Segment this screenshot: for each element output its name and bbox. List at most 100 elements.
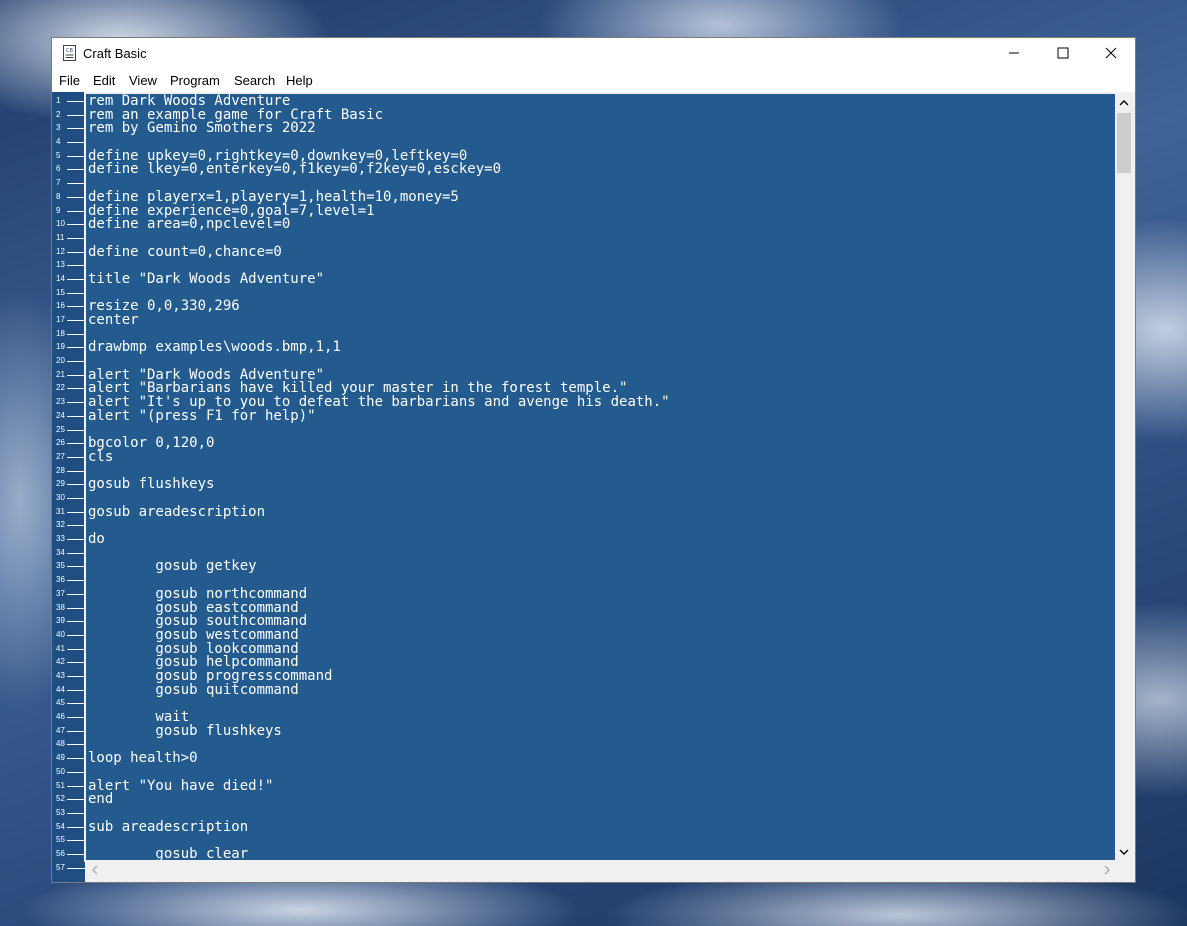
code-editor[interactable]: rem Dark Woods Adventure rem an example g… [86,94,1115,860]
line-marker [67,853,85,855]
code-line[interactable]: gosub quitcommand [88,683,298,697]
code-line[interactable]: alert "Barbarians have killed your maste… [88,381,627,396]
line-marker [67,799,85,801]
code-line[interactable]: alert "You have died!" [88,779,273,793]
code-line[interactable]: define lkey=0,enterkey=0,f1key=0,f2key=0… [88,162,501,177]
line-number: 34 [52,546,85,560]
line-number-label: 7 [56,178,61,188]
scroll-up-button[interactable] [1115,94,1133,111]
code-line[interactable]: gosub clear [88,847,248,860]
code-line[interactable]: wait [88,710,189,724]
menu-bar: File Edit View Program Search Help [52,69,1135,91]
code-line[interactable]: gosub eastcommand [88,601,298,615]
line-number-label: 36 [56,575,65,585]
line-number-label: 43 [56,670,65,680]
code-line[interactable]: define upkey=0,rightkey=0,downkey=0,left… [88,149,467,163]
line-number-label: 8 [56,191,61,201]
code-line[interactable]: define count=0,chance=0 [88,245,282,259]
code-line[interactable]: alert "Dark Woods Adventure" [88,368,324,382]
line-marker [67,771,85,773]
menu-help[interactable]: Help [286,73,313,88]
line-marker [67,306,85,308]
scroll-right-button[interactable] [1098,860,1115,880]
code-line[interactable]: gosub northcommand [88,587,307,601]
line-number-label: 13 [56,260,65,270]
menu-search[interactable]: Search [234,73,275,88]
line-number-label: 37 [56,588,65,598]
code-line[interactable]: define experience=0,goal=7,level=1 [88,204,375,218]
line-number: 36 [52,573,85,587]
line-number: 38 [52,601,85,615]
menu-edit[interactable]: Edit [93,73,115,88]
code-line[interactable]: gosub getkey [88,559,256,574]
vertical-scrollbar[interactable] [1115,94,1133,860]
code-line[interactable]: loop health>0 [88,751,198,765]
line-number: 39 [52,614,85,628]
menu-file[interactable]: File [59,73,80,88]
line-marker [67,101,85,102]
menu-view[interactable]: View [129,73,157,88]
line-marker [67,114,85,116]
line-number: 27 [52,450,85,464]
line-marker [67,826,85,828]
code-line[interactable]: alert "(press F1 for help)" [88,409,316,423]
minimize-button[interactable] [991,38,1037,68]
code-line[interactable]: define area=0,npclevel=0 [88,217,290,231]
editor-frame: 1 2 3 4 5 6 7 8 9 10 11 12 13 14 15 16 17 18 19 20 21 22 23 24 2… [52,92,1135,882]
code-line[interactable]: do [88,532,105,546]
code-line[interactable]: alert "It's up to you to defeat the barb… [88,395,670,409]
code-line[interactable]: bgcolor 0,120,0 [88,436,214,450]
code-line[interactable]: cls [88,450,113,464]
scroll-left-button[interactable] [86,860,103,880]
line-marker [67,648,85,650]
code-line[interactable]: rem by Gemino Smothers 2022 [88,121,316,136]
code-line[interactable]: sub areadescription [88,820,248,834]
line-number: 48 [52,737,85,751]
code-line[interactable]: center [88,313,139,327]
code-line[interactable]: end [88,792,113,806]
app-window: CB Craft Basic File Edit View Program Se… [51,37,1136,883]
line-marker [67,388,85,390]
line-number: 7 [52,176,85,190]
line-number-label: 15 [56,287,65,297]
code-line[interactable]: gosub lookcommand [88,642,298,656]
line-number-label: 31 [56,506,65,516]
line-number-label: 2 [56,109,61,119]
code-line[interactable]: gosub flushkeys [88,724,281,738]
line-marker [67,607,85,609]
code-line[interactable]: gosub areadescription [88,505,265,519]
code-line[interactable]: gosub progresscommand [88,669,332,683]
line-marker [67,703,85,705]
line-number: 26 [52,436,85,450]
line-number-label: 14 [56,273,65,283]
code-line[interactable]: gosub flushkeys [88,477,214,491]
code-line[interactable]: drawbmp examples\woods.bmp,1,1 [88,340,341,355]
code-line[interactable]: rem an example game for Craft Basic [88,108,383,122]
chevron-left-icon [91,865,97,875]
code-line[interactable]: title "Dark Woods Adventure" [88,272,324,286]
line-number-label: 25 [56,424,65,434]
code-line[interactable]: gosub helpcommand [88,655,298,669]
close-button[interactable] [1088,38,1134,68]
code-line[interactable]: gosub westcommand [88,628,298,642]
title-bar[interactable]: CB Craft Basic [52,38,1135,69]
code-line[interactable]: gosub southcommand [88,614,307,628]
code-line[interactable]: resize 0,0,330,296 [88,299,240,314]
line-marker [67,675,85,677]
horizontal-scrollbar[interactable] [86,860,1115,880]
vertical-scroll-thumb[interactable] [1117,113,1131,173]
line-marker [67,634,85,636]
line-marker [67,470,85,472]
line-marker [67,237,85,239]
code-line[interactable]: define playerx=1,playery=1,health=10,mon… [88,190,459,204]
maximize-button[interactable] [1040,38,1086,68]
line-number-label: 16 [56,301,65,311]
line-number-gutter: 1 2 3 4 5 6 7 8 9 10 11 12 13 14 15 16 17 18 19 20 21 22 23 24 2… [52,92,85,882]
code-line[interactable]: rem Dark Woods Adventure [88,94,290,108]
scrollbar-corner [1115,860,1133,880]
line-number: 24 [52,409,85,423]
menu-program[interactable]: Program [170,73,220,88]
line-number-label: 29 [56,479,65,489]
scroll-down-button[interactable] [1115,843,1133,860]
line-number-label: 22 [56,383,65,393]
